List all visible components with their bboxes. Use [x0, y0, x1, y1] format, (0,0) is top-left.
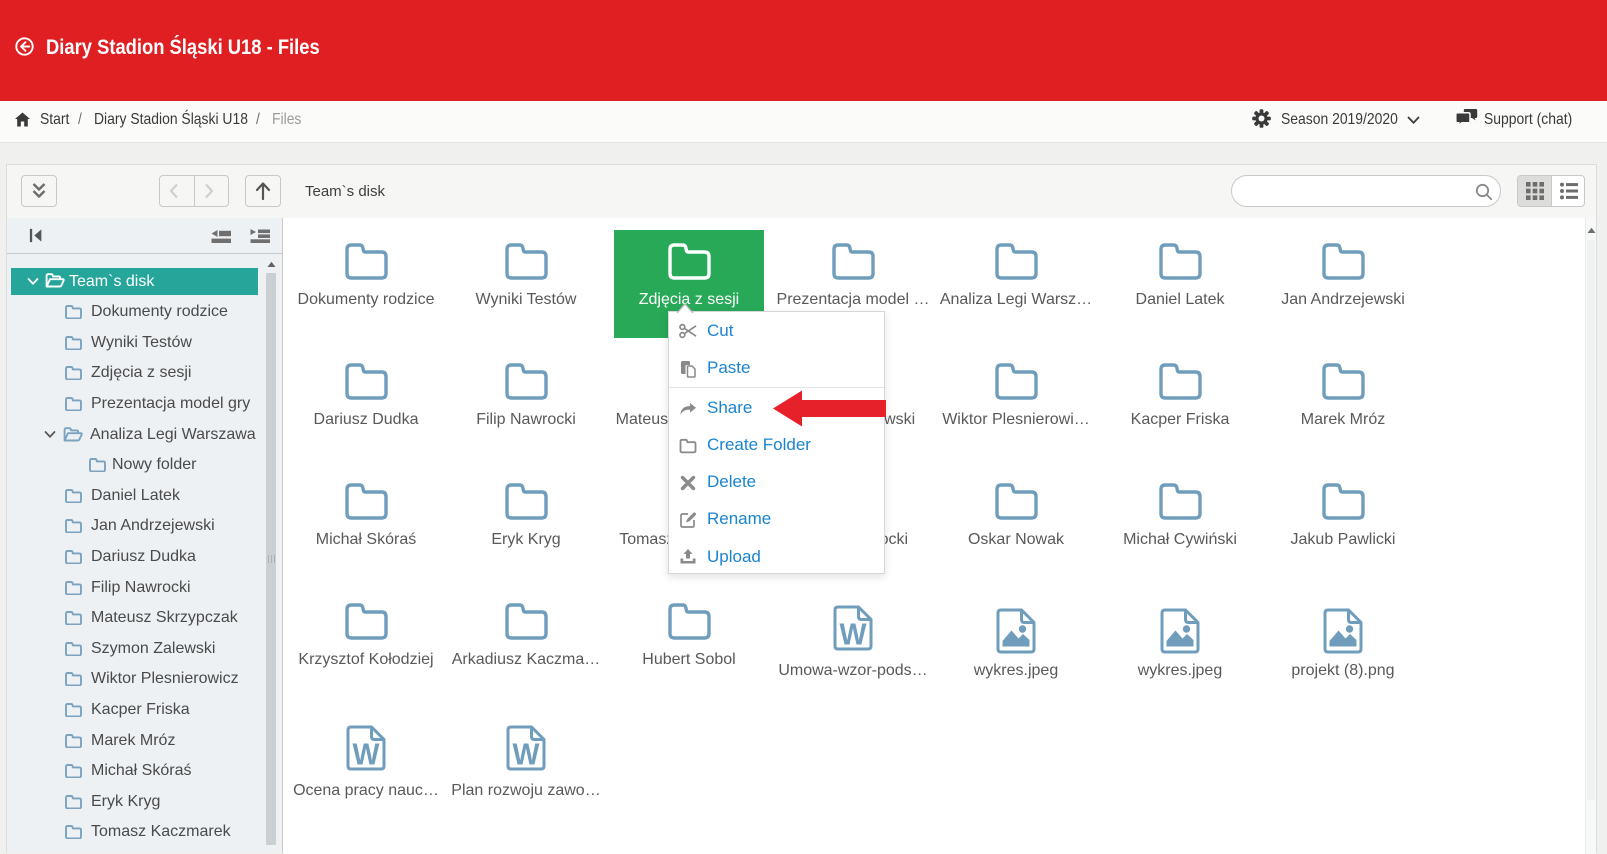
svg-text:W: W [513, 737, 541, 772]
svg-text:W: W [353, 737, 381, 772]
svg-text:W: W [840, 617, 868, 652]
